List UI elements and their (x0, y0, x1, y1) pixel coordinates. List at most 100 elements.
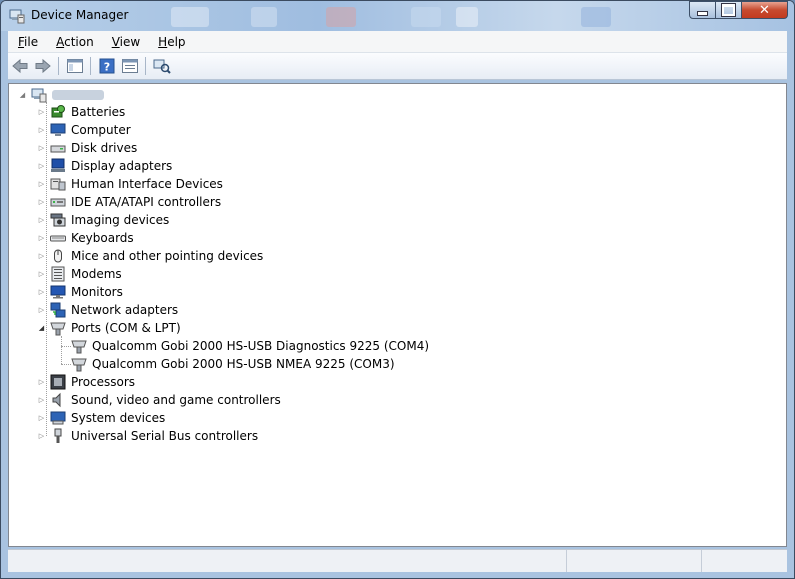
camera-icon (50, 213, 66, 227)
ide-controller-icon (50, 198, 66, 207)
expand-arrow-icon[interactable]: ▷ (37, 432, 46, 441)
expand-arrow-icon[interactable]: ▷ (37, 414, 46, 423)
menu-bar: File Action View Help (8, 31, 787, 53)
expand-arrow-icon[interactable]: ▷ (37, 252, 46, 261)
tree-item-human-interface-devices[interactable]: ▷ Human Interface Devices (37, 175, 223, 193)
battery-icon (51, 105, 65, 118)
tree-item-processors[interactable]: ▷ Processors (37, 373, 135, 391)
toolbar-separator (90, 57, 91, 75)
properties-icon (122, 59, 138, 73)
port-device-icon (71, 358, 87, 372)
tree-item-label: Sound, video and game controllers (71, 393, 281, 407)
expand-arrow-icon[interactable]: ▷ (37, 108, 46, 117)
tree-item-label: Disk drives (71, 141, 138, 155)
tree-item-sound-video-game[interactable]: ▷ Sound, video and game controllers (37, 391, 281, 409)
back-button[interactable] (9, 56, 31, 76)
device-tree-panel[interactable]: ◢ ▷ Batteries ▷ Computer ▷ Disk drives ▷… (8, 83, 787, 547)
tree-item-imaging-devices[interactable]: ▷ Imaging devices (37, 211, 169, 229)
tree-item-keyboards[interactable]: ▷ Keyboards (37, 229, 134, 247)
tree-item-label: Human Interface Devices (71, 177, 223, 191)
tree-item-mice[interactable]: ▷ Mice and other pointing devices (37, 247, 264, 265)
tree-guide-line (61, 346, 71, 347)
expand-arrow-icon[interactable]: ▷ (37, 288, 46, 297)
device-manager-app-icon (9, 9, 25, 24)
device-manager-window: Device Manager ✕ File Action View Help ? (0, 0, 795, 579)
tree-item-computer[interactable]: ▷ Computer (37, 121, 131, 139)
modem-icon (51, 266, 65, 282)
usb-icon (54, 428, 62, 443)
computer-root-icon (31, 88, 47, 103)
port-icon (50, 322, 66, 336)
collapse-arrow-icon[interactable]: ◢ (18, 91, 27, 100)
tree-item-ide-controllers[interactable]: ▷ IDE ATA/ATAPI controllers (37, 193, 221, 211)
menu-file[interactable]: File (8, 35, 46, 49)
expand-arrow-icon[interactable]: ▷ (37, 126, 46, 135)
minimize-icon (697, 10, 708, 16)
help-icon: ? (99, 58, 115, 74)
expand-arrow-icon[interactable]: ▷ (37, 378, 46, 387)
expand-arrow-icon[interactable]: ▷ (37, 396, 46, 405)
collapse-arrow-icon[interactable]: ◢ (37, 324, 46, 333)
disk-drive-icon (50, 145, 66, 153)
port-device-icon (71, 340, 87, 354)
expand-arrow-icon[interactable]: ▷ (37, 270, 46, 279)
menu-action[interactable]: Action (46, 35, 102, 49)
maximize-button[interactable] (716, 1, 742, 19)
expand-arrow-icon[interactable]: ▷ (37, 306, 46, 315)
expand-arrow-icon[interactable]: ▷ (37, 144, 46, 153)
tree-item-label: Mice and other pointing devices (71, 249, 264, 263)
computer-icon (50, 123, 66, 136)
status-pane-secondary (567, 550, 702, 572)
menu-view[interactable]: View (102, 35, 148, 49)
expand-arrow-icon[interactable]: ▷ (37, 162, 46, 171)
expand-arrow-icon[interactable]: ▷ (37, 234, 46, 243)
back-arrow-icon (12, 58, 28, 74)
tree-item-disk-drives[interactable]: ▷ Disk drives (37, 139, 137, 157)
tree-item-usb-controllers[interactable]: ▷ Universal Serial Bus controllers (37, 427, 258, 445)
scan-hardware-button[interactable] (151, 56, 173, 76)
tree-item-network-adapters[interactable]: ▷ Network adapters (37, 301, 178, 319)
tree-item-display-adapters[interactable]: ▷ Display adapters (37, 157, 172, 175)
tree-item-batteries[interactable]: ▷ Batteries (37, 103, 125, 121)
help-button[interactable]: ? (96, 56, 118, 76)
toolbar: ? (8, 53, 787, 80)
monitor-icon (50, 285, 66, 299)
tree-item-ports[interactable]: ◢ Ports (COM & LPT) (37, 319, 181, 337)
close-icon: ✕ (759, 2, 770, 18)
tree-item-label: Keyboards (71, 231, 134, 245)
network-adapter-icon (50, 302, 66, 318)
tree-guide-line (61, 336, 62, 364)
tree-item-system-devices[interactable]: ▷ System devices (37, 409, 165, 427)
caption-buttons: ✕ (689, 1, 788, 20)
processor-icon (50, 374, 66, 390)
maximize-icon (722, 4, 735, 16)
minimize-button[interactable] (689, 1, 716, 19)
tree-item-label: Network adapters (71, 303, 179, 317)
close-button[interactable]: ✕ (742, 1, 788, 19)
mouse-icon (54, 249, 62, 263)
toolbar-separator (145, 57, 146, 75)
show-hide-console-tree-icon (67, 59, 83, 73)
expand-arrow-icon[interactable]: ▷ (37, 198, 46, 207)
tree-item-modems[interactable]: ▷ Modems (37, 265, 122, 283)
forward-button[interactable] (32, 56, 54, 76)
properties-button[interactable] (119, 56, 141, 76)
hid-icon (50, 178, 66, 191)
forward-arrow-icon (35, 58, 51, 74)
expand-arrow-icon[interactable]: ▷ (37, 180, 46, 189)
tree-child-port-com3[interactable]: Qualcomm Gobi 2000 HS-USB NMEA 9225 (COM… (71, 355, 395, 373)
toolbar-separator (58, 57, 59, 75)
show-hide-console-tree-button[interactable] (64, 56, 86, 76)
title-bar[interactable]: Device Manager ✕ (1, 1, 794, 31)
tree-item-label: Batteries (71, 105, 126, 119)
svg-text:?: ? (104, 61, 110, 74)
tree-item-label: Modems (71, 267, 122, 281)
status-bar (8, 549, 787, 572)
expand-arrow-icon[interactable]: ▷ (37, 216, 46, 225)
tree-child-port-com4[interactable]: Qualcomm Gobi 2000 HS-USB Diagnostics 92… (71, 337, 429, 355)
menu-help[interactable]: Help (148, 35, 193, 49)
tree-root[interactable]: ◢ (18, 86, 104, 104)
tree-item-monitors[interactable]: ▷ Monitors (37, 283, 123, 301)
keyboard-icon (50, 235, 66, 242)
display-adapter-icon (51, 158, 65, 172)
